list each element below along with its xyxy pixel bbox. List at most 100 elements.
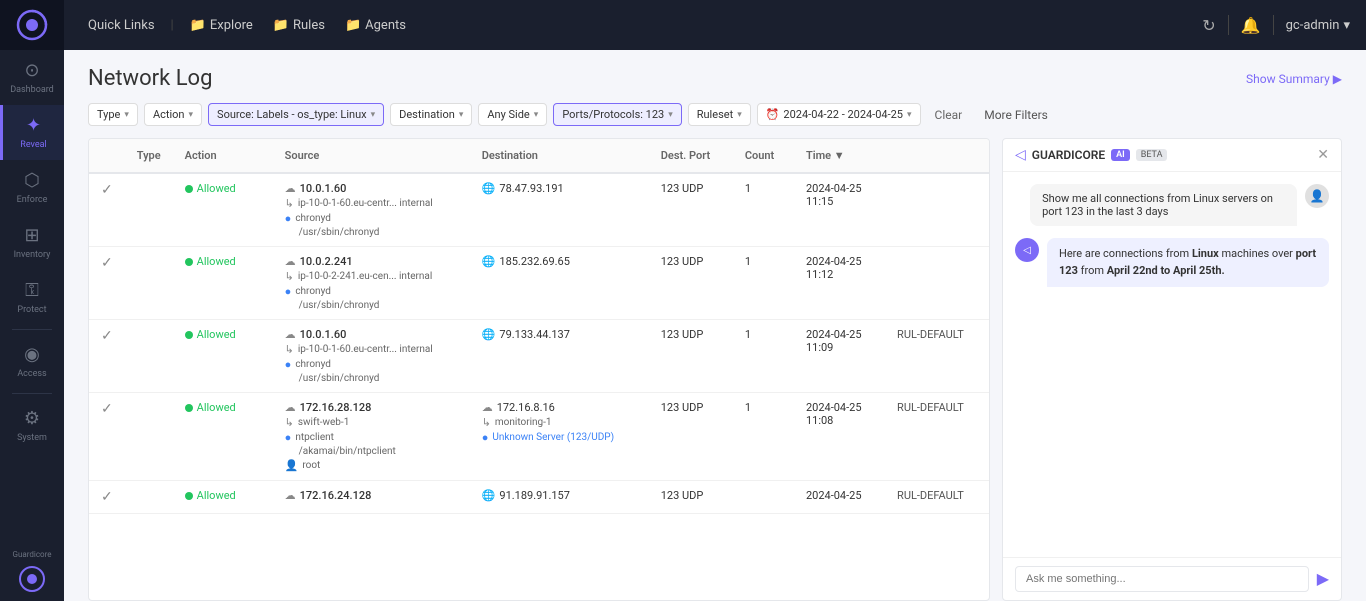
row-action: Allowed [173, 320, 273, 393]
sidebar-item-dashboard[interactable]: ⊙ Dashboard [0, 50, 64, 105]
content-area: Type Action Source Destination Dest. Por… [88, 138, 1342, 601]
bell-icon[interactable]: 🔔 [1241, 16, 1261, 35]
ai-panel: ◁ GUARDICORE AI BETA ✕ Show me all conne… [1002, 138, 1342, 601]
source-ip-value: 172.16.24.128 [300, 489, 372, 502]
filter-type-label: Type [97, 108, 120, 121]
sidebar-item-inventory[interactable]: ⊞ Inventory [0, 215, 64, 270]
sidebar: ⊙ Dashboard ✦ Reveal ⬡ Enforce ⊞ Invento… [0, 0, 64, 601]
more-filters-label: More Filters [984, 108, 1048, 122]
bot-text-1: Here are connections from [1059, 247, 1192, 260]
source-process-name: chronyd [295, 213, 331, 224]
sidebar-item-system[interactable]: ⚙ System [0, 398, 64, 453]
row-ruleset [885, 173, 989, 247]
row-count: 1 [733, 393, 794, 481]
filter-action[interactable]: Action ▾ [144, 103, 202, 126]
row-source: ☁10.0.2.241 ↳ip-10-0-2-241.eu-cen... int… [273, 247, 470, 320]
ai-brand: ◁ GUARDICORE AI BETA [1015, 147, 1167, 163]
page-header: Network Log Show Summary ▶ [88, 66, 1342, 91]
sidebar-item-label: Dashboard [10, 85, 54, 95]
cloud-icon: ☁ [285, 489, 296, 502]
row-dest-port: 123 UDP [649, 320, 733, 393]
row-source: ☁10.0.1.60 ↳ip-10-0-1-60.eu-centr... int… [273, 320, 470, 393]
ai-close-button[interactable]: ✕ [1317, 147, 1329, 163]
user-menu[interactable]: gc-admin ▾ [1286, 18, 1350, 33]
source-process-path: /usr/sbin/chronyd [299, 373, 380, 384]
row-time: 2024-04-2511:09 [794, 320, 885, 393]
globe-icon: 🌐 [482, 489, 496, 502]
bot-text-linux: Linux [1192, 247, 1219, 260]
row-check: ✓ [89, 173, 125, 247]
row-dest: 🌐91.189.91.157 [470, 481, 649, 514]
row-type [125, 247, 173, 320]
row-dest: 🌐79.133.44.137 [470, 320, 649, 393]
dest-ip-value: 91.189.91.157 [499, 489, 570, 502]
circle-icon: ● [285, 431, 292, 444]
table-row[interactable]: ✓ Allowed ☁172.16.28.128 [89, 393, 989, 481]
ai-input-area: ▶ [1003, 557, 1341, 600]
user-message-text: Show me all connections from Linux serve… [1042, 192, 1273, 218]
table-row[interactable]: ✓ Allowed ☁10.0.1.60 [89, 173, 989, 247]
col-time[interactable]: Time ▼ [794, 139, 885, 173]
row-dest: ☁172.16.8.16 ↳monitoring-1 ●Unknown Serv… [470, 393, 649, 481]
row-action: Allowed [173, 247, 273, 320]
ai-badge: AI [1111, 149, 1130, 161]
rules-link[interactable]: 📁 Rules [265, 14, 333, 37]
row-dest-port: 123 UDP [649, 173, 733, 247]
row-type [125, 320, 173, 393]
cloud-icon: ☁ [285, 328, 296, 341]
refresh-icon[interactable]: ↻ [1202, 16, 1215, 35]
quick-links[interactable]: Quick Links [80, 14, 163, 37]
source-process-path: /usr/sbin/chronyd [299, 227, 380, 238]
row-type [125, 481, 173, 514]
sidebar-item-access[interactable]: ◉ Access [0, 334, 64, 389]
folder-icon: 📁 [190, 18, 206, 33]
filter-any-side[interactable]: Any Side ▾ [478, 103, 547, 126]
row-ruleset: RUL-DEFAULT [885, 393, 989, 481]
table-row[interactable]: ✓ Allowed ☁10.0.1.60 [89, 320, 989, 393]
ai-user-message: Show me all connections from Linux serve… [1015, 184, 1329, 226]
sidebar-item-label: Reveal [20, 140, 46, 150]
row-dest: 🌐78.47.93.191 [470, 173, 649, 247]
filter-ports[interactable]: Ports/Protocols: 123 ▾ [553, 103, 681, 126]
more-filters-button[interactable]: More Filters [976, 104, 1056, 126]
row-count: 1 [733, 173, 794, 247]
ai-send-button[interactable]: ▶ [1317, 569, 1329, 589]
bot-text-3: from [1078, 264, 1107, 277]
sidebar-item-reveal[interactable]: ✦ Reveal [0, 105, 64, 160]
arrow-icon: ↳ [285, 416, 294, 429]
action-label: Allowed [197, 489, 236, 502]
row-source: ☁172.16.28.128 ↳swift-web-1 ●ntpclient /… [273, 393, 470, 481]
explore-link[interactable]: 📁 Explore [182, 14, 261, 37]
show-summary-button[interactable]: Show Summary ▶ [1246, 72, 1342, 86]
filter-date[interactable]: ⏰ 2024-04-22 - 2024-04-25 ▾ [757, 103, 921, 126]
filter-destination[interactable]: Destination ▾ [390, 103, 472, 126]
topnav: Quick Links | 📁 Explore 📁 Rules 📁 Agents… [64, 0, 1366, 50]
sidebar-item-enforce[interactable]: ⬡ Enforce [0, 160, 64, 215]
network-log-table: Type Action Source Destination Dest. Por… [89, 139, 989, 514]
allowed-dot [185, 492, 193, 500]
allowed-dot [185, 258, 193, 266]
filter-source[interactable]: Source: Labels - os_type: Linux ▾ [208, 103, 384, 126]
filter-ruleset-arrow: ▾ [737, 110, 742, 120]
cloud-icon2: ☁ [482, 401, 493, 414]
table-row[interactable]: ✓ Allowed ☁172.16.24.128 [89, 481, 989, 514]
row-dest-port: 123 UDP [649, 247, 733, 320]
agents-link[interactable]: 📁 Agents [337, 14, 414, 37]
filter-ports-label: Ports/Protocols: 123 [562, 108, 664, 121]
filter-ruleset[interactable]: Ruleset ▾ [688, 103, 751, 126]
access-icon: ◉ [24, 344, 40, 365]
row-ruleset: RUL-DEFAULT [885, 481, 989, 514]
sidebar-divider [12, 329, 52, 330]
filter-type[interactable]: Type ▾ [88, 103, 138, 126]
row-ruleset [885, 247, 989, 320]
clear-button[interactable]: Clear [927, 104, 971, 126]
source-process-path: /akamai/bin/ntpclient [299, 446, 396, 457]
row-time: 2024-04-2511:08 [794, 393, 885, 481]
dest-ip-value: 185.232.69.65 [499, 255, 570, 268]
table-row[interactable]: ✓ Allowed ☁10.0.2.241 [89, 247, 989, 320]
sidebar-item-protect[interactable]: ⚿ Protect [0, 270, 64, 325]
agents-folder-icon: 📁 [345, 18, 361, 33]
ai-input[interactable] [1015, 566, 1309, 592]
dest-sub-value: monitoring-1 [495, 417, 552, 428]
bot-message-bubble: Here are connections from Linux machines… [1047, 238, 1329, 287]
